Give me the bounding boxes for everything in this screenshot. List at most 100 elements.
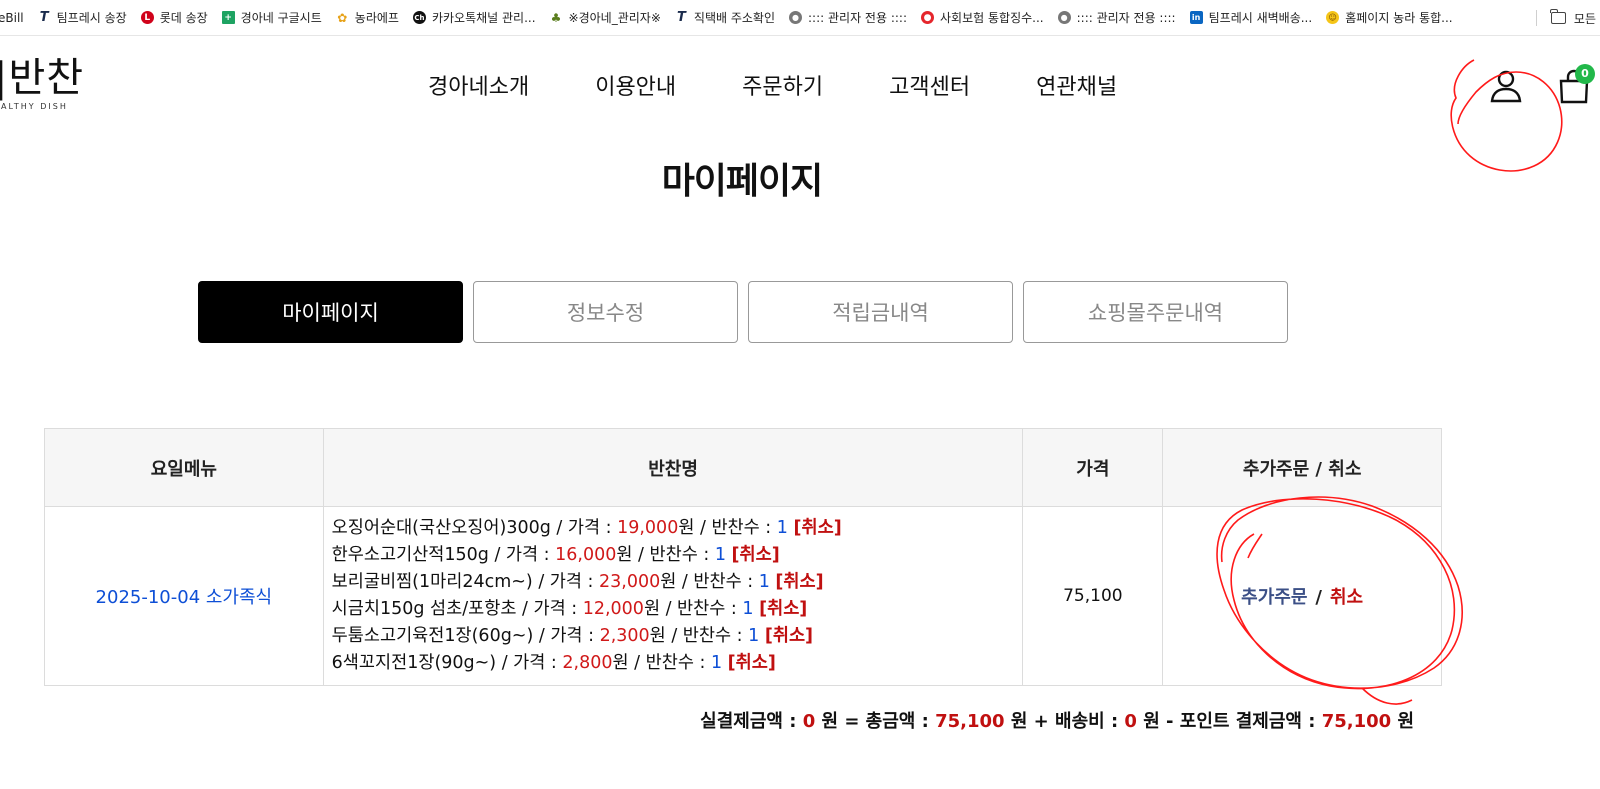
all-bookmarks-label: 모든 <box>1573 11 1596 26</box>
face-icon: ☺ <box>1326 11 1340 24</box>
bookmark-label: eBill <box>0 10 24 25</box>
bookmark-label: 홈페이지 농라 통합... <box>1345 11 1453 25</box>
site-logo[interactable]: |반찬 EALTHY DISH <box>0 56 84 111</box>
farm-logo-icon: ✿ <box>337 10 348 25</box>
dish-line: 오징어순대(국산오징어)300g / 가격 : 19,000원 / 반찬수 : … <box>332 515 1015 542</box>
table-row: 2025-10-04 소가족식 오징어순대(국산오징어)300g / 가격 : … <box>44 506 1442 686</box>
bookmark-lotte-invoice[interactable]: L 롯데 송장 <box>134 6 215 30</box>
cart-icon[interactable]: 0 <box>1556 64 1595 104</box>
nav-order[interactable]: 주문하기 <box>709 70 856 106</box>
linkedin-icon: in <box>1189 11 1203 24</box>
summary-shipping-amount: 0 <box>1124 711 1137 732</box>
header-dish-name: 반찬명 <box>322 428 1024 507</box>
dish-count: 1 <box>714 545 726 565</box>
dish-name: 6색꼬지전1장(90g~) <box>331 653 497 673</box>
bookmark-label: ※경아네_관리자※ <box>568 11 661 25</box>
bookmark-timfresh-dawn[interactable]: in 팀프레시 새벽배송... <box>1183 6 1320 30</box>
folder-icon <box>1550 9 1566 24</box>
page-title: 마이페이지 <box>661 161 824 202</box>
bookmark-label: 롯데 송장 <box>159 11 208 25</box>
dish-count-prefix: 원 / 반찬수 : <box>660 572 759 592</box>
dish-count-prefix: 원 / 반찬수 : <box>678 518 777 538</box>
day-menu-link[interactable]: 2025-10-04 소가족식 <box>96 587 273 608</box>
dish-name: 보리굴비찜(1마리24cm~) <box>331 572 533 592</box>
dish-list-cell: 오징어순대(국산오징어)300g / 가격 : 19,000원 / 반찬수 : … <box>322 506 1024 686</box>
dish-cancel-link[interactable]: [취소] <box>732 545 780 565</box>
action-separator: / <box>1315 587 1322 608</box>
dish-line: 6색꼬지전1장(90g~) / 가격 : 2,800원 / 반찬수 : 1 [취… <box>332 650 1015 677</box>
tab-shop-orders[interactable]: 쇼핑몰주문내역 <box>1023 281 1288 343</box>
t-logo-icon: T <box>676 10 686 25</box>
dish-count: 1 <box>758 572 770 592</box>
bookmark-label: 팀프레시 송장 <box>56 11 127 25</box>
nav-channels[interactable]: 연관채널 <box>1003 70 1150 106</box>
dish-price: 23,000 <box>599 572 661 592</box>
bookmark-direct-delivery[interactable]: T 직택배 주소확인 <box>668 6 782 30</box>
dish-cancel-link[interactable]: [취소] <box>765 626 813 646</box>
user-icon[interactable] <box>1488 68 1524 104</box>
summary-shipping-label: 원 + 배송비 : <box>1004 711 1125 732</box>
nav-customer-center[interactable]: 고객센터 <box>856 70 1003 106</box>
dish-count-prefix: 원 / 반찬수 : <box>612 653 711 673</box>
main-nav: 경아네소개 이용안내 주문하기 고객센터 연관채널 <box>395 70 1150 106</box>
globe-icon: ● <box>1057 11 1071 24</box>
tab-points-history[interactable]: 적립금내역 <box>748 281 1013 343</box>
bookmark-ebill[interactable]: eBill <box>0 6 31 30</box>
tab-edit-info[interactable]: 정보수정 <box>473 281 738 343</box>
bookmarks-bar: eBill T 팀프레시 송장 L 롯데 송장 + 경아네 구글시트 ✿ 농라에… <box>0 0 1600 36</box>
dish-name: 오징어순대(국산오징어)300g <box>331 518 551 538</box>
kakao-channel-icon: Ch <box>412 11 426 24</box>
bookmark-admin-only-1[interactable]: ● :::: 관리자 전용 :::: <box>782 6 914 30</box>
dish-count: 1 <box>742 599 754 619</box>
dish-line: 한우소고기산적150g / 가격 : 16,000원 / 반찬수 : 1 [취소… <box>332 542 1015 569</box>
action-links: 추가주문 / 취소 <box>1241 587 1363 608</box>
tab-mypage[interactable]: 마이페이지 <box>198 281 463 343</box>
bookmark-label: 경아네 구글시트 <box>240 11 322 25</box>
dish-line: 두툼소고기육전1장(60g~) / 가격 : 2,300원 / 반찬수 : 1 … <box>332 623 1015 650</box>
bookmark-social-insurance[interactable]: ● 사회보험 통합징수... <box>914 6 1051 30</box>
bookmark-label: 카카오톡채널 관리... <box>431 11 536 25</box>
dish-cancel-link[interactable]: [취소] <box>728 653 776 673</box>
bookmark-list: eBill T 팀프레시 송장 L 롯데 송장 + 경아네 구글시트 ✿ 농라에… <box>0 6 1460 30</box>
all-bookmarks[interactable]: 모든 <box>1535 0 1600 35</box>
bookmark-nongra-f[interactable]: ✿ 농라에프 <box>329 6 406 30</box>
dish-cancel-link[interactable]: [취소] <box>794 518 842 538</box>
dish-price-prefix: / 가격 : <box>533 626 600 646</box>
table-header-row: 요일메뉴 반찬명 가격 추가주문 / 취소 <box>44 428 1442 507</box>
dish-line: 보리굴비찜(1마리24cm~) / 가격 : 23,000원 / 반찬수 : 1… <box>332 569 1015 596</box>
lotte-logo-icon: L <box>140 11 154 24</box>
bookmark-admin[interactable]: ♣ ※경아네_관리자※ <box>543 6 668 30</box>
dish-name: 한우소고기산적150g <box>331 545 489 565</box>
bookmark-timfresh-invoice[interactable]: T 팀프레시 송장 <box>31 6 134 30</box>
payment-summary: 실결제금액 : 0 원 = 총금액 : 75,100 원 + 배송비 : 0 원… <box>0 707 1414 733</box>
dish-price-prefix: / 가격 : <box>532 572 600 592</box>
social-insurance-icon: ● <box>921 11 935 24</box>
dish-price-prefix: / 가격 : <box>550 518 618 538</box>
cart-count-badge: 0 <box>1575 64 1595 84</box>
dish-count: 1 <box>748 626 760 646</box>
logo-text: |반찬 <box>0 55 85 101</box>
dish-name: 두툼소고기육전1장(60g~) <box>331 626 534 646</box>
bookmark-homepage-nongra[interactable]: ☺ 홈페이지 농라 통합... <box>1319 6 1459 30</box>
globe-icon: ● <box>789 11 803 24</box>
dish-cancel-link[interactable]: [취소] <box>775 572 823 592</box>
summary-points-label: 원 - 포인트 결제금액 : <box>1136 711 1322 732</box>
dish-name: 시금치150g 섬초/포항초 <box>331 599 517 619</box>
dish-count-prefix: 원 / 반찬수 : <box>643 599 743 619</box>
header-icons: 0 <box>1488 64 1595 104</box>
dish-count: 1 <box>710 653 723 673</box>
nav-about[interactable]: 경아네소개 <box>395 70 562 106</box>
bookmark-google-sheet[interactable]: + 경아네 구글시트 <box>215 6 329 30</box>
t-logo-icon: T <box>39 10 49 25</box>
summary-total-amount: 75,100 <box>935 711 1005 732</box>
dish-line: 시금치150g 섬초/포항초 / 가격 : 12,000원 / 반찬수 : 1 … <box>332 596 1015 623</box>
bookmark-kakao-channel[interactable]: Ch 카카오톡채널 관리... <box>406 6 543 30</box>
bookmark-admin-only-2[interactable]: ● :::: 관리자 전용 :::: <box>1051 6 1183 30</box>
action-cell: 추가주문 / 취소 <box>1162 506 1442 686</box>
dish-cancel-link[interactable]: [취소] <box>759 599 807 619</box>
dish-price-prefix: / 가격 : <box>488 545 556 565</box>
admin-logo-icon: ♣ <box>550 10 562 25</box>
nav-guide[interactable]: 이용안내 <box>562 70 709 106</box>
cancel-order-link[interactable]: 취소 <box>1330 587 1363 608</box>
add-order-link[interactable]: 추가주문 <box>1241 587 1307 608</box>
